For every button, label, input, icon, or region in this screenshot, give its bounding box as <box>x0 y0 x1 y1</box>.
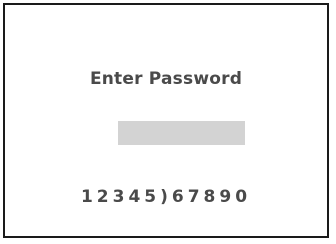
password-screen: Enter Password 12345)67890 <box>3 3 329 238</box>
page-title: Enter Password <box>89 69 243 89</box>
digit-selector[interactable]: 12345)67890 <box>5 187 327 207</box>
password-field[interactable] <box>118 121 245 145</box>
